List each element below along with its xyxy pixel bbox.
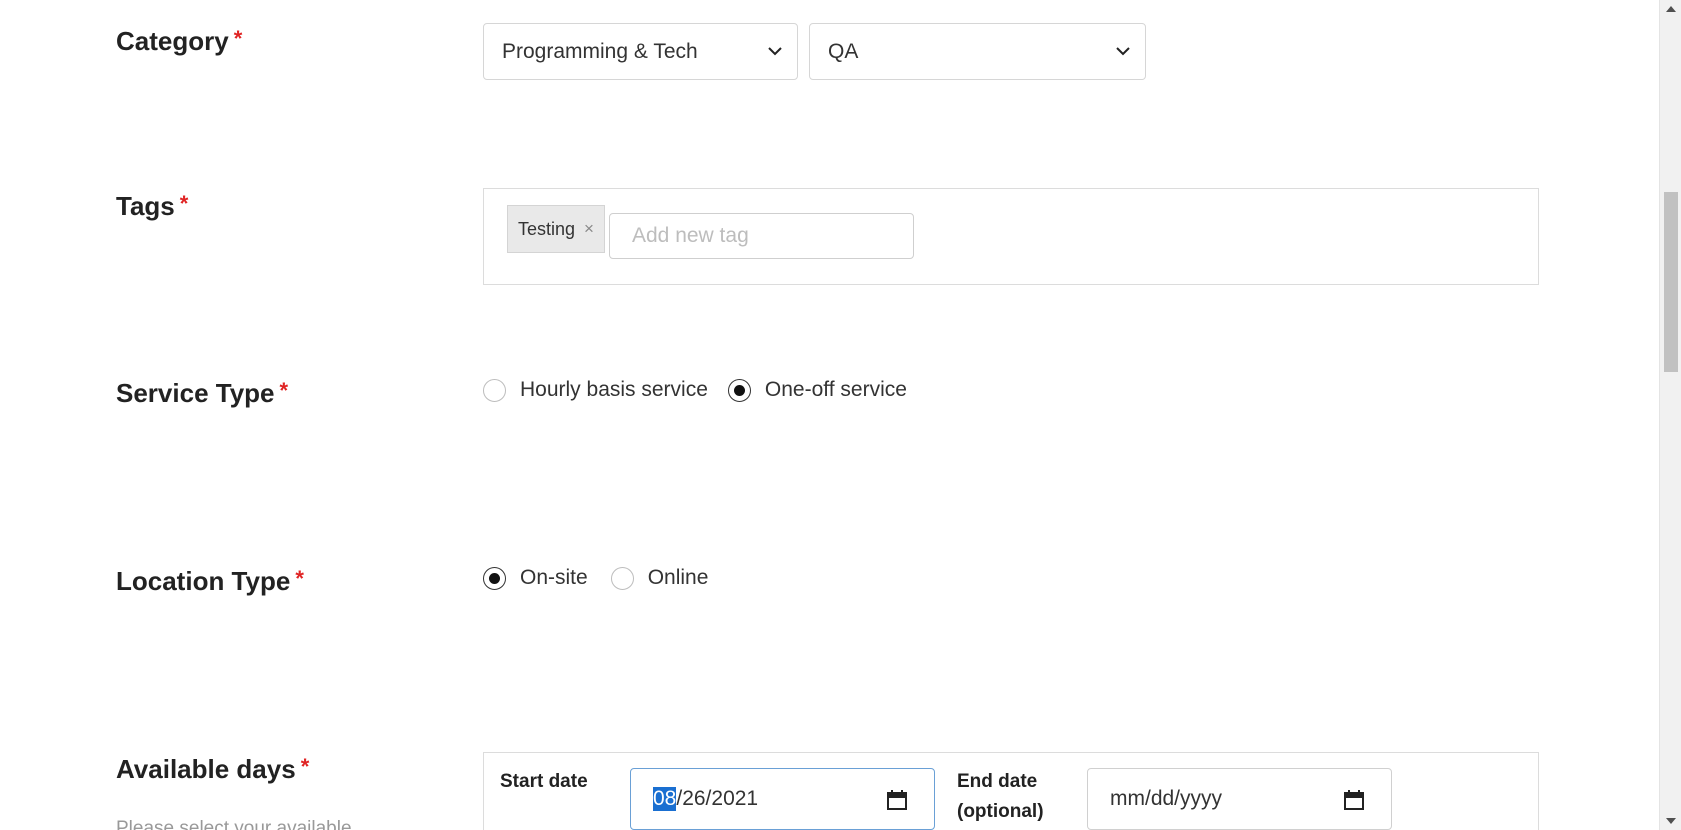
start-date-label: Start date (500, 771, 588, 792)
tag-chip-label: Testing (518, 218, 576, 239)
tags-label: Tags * (116, 191, 189, 221)
radio-one-off[interactable]: One-off service (727, 378, 907, 402)
close-icon[interactable]: × (584, 219, 594, 239)
scroll-up-arrow[interactable] (1660, 0, 1681, 18)
available-days-label: Available days * (116, 754, 310, 784)
tag-input[interactable] (609, 213, 914, 259)
radio-hourly[interactable]: Hourly basis service (483, 378, 708, 402)
caret-down-icon (1666, 818, 1676, 824)
subcategory-select-value: QA (828, 39, 859, 63)
start-date-rest[interactable]: /26/2021 (676, 787, 758, 811)
service-type-options: Hourly basis service One-off service (483, 378, 927, 402)
radio-on-site[interactable]: On-site (483, 566, 588, 590)
radio-button-checked[interactable] (727, 378, 751, 402)
location-type-options: On-site Online (483, 566, 728, 590)
start-date-month[interactable]: 08 (653, 787, 677, 811)
service-form-page: Category * Programming & Tech QA Tags * Te… (0, 0, 1659, 830)
tag-chip: Testing × (507, 205, 605, 253)
end-date-label: End date (optional) (957, 771, 1044, 822)
radio-online[interactable]: Online (610, 566, 709, 590)
radio-label: Online (647, 566, 709, 589)
radio-label: On-site (520, 566, 588, 589)
radio-button[interactable] (483, 378, 506, 402)
chevron-down-icon (1116, 47, 1130, 56)
start-date-input[interactable]: 08/26/2021 (630, 768, 935, 830)
subcategory-select[interactable]: QA (809, 23, 1146, 80)
category-select[interactable]: Programming & Tech (483, 23, 798, 80)
radio-label: One-off service (764, 378, 907, 401)
vertical-scrollbar[interactable] (1659, 0, 1681, 830)
radio-button-checked[interactable] (483, 566, 506, 590)
available-days-box: Start date 08/26/2021 End date (optional… (483, 752, 1539, 830)
available-days-hint: Please select your available (116, 818, 352, 830)
service-type-label: Service Type * (116, 378, 289, 408)
tags-box: Testing × (483, 188, 1539, 285)
scrollbar-thumb[interactable] (1664, 192, 1678, 372)
caret-up-icon (1666, 6, 1676, 12)
calendar-icon[interactable] (1343, 789, 1365, 811)
end-date-input[interactable]: mm/dd/yyyy (1087, 768, 1392, 830)
category-label: Category * (116, 26, 243, 56)
radio-button[interactable] (610, 566, 634, 590)
category-select-value: Programming & Tech (502, 39, 698, 63)
location-type-label: Location Type * (116, 566, 304, 596)
end-date-placeholder[interactable]: mm/dd/yyyy (1110, 787, 1222, 811)
calendar-icon[interactable] (886, 789, 908, 811)
scroll-down-arrow[interactable] (1660, 812, 1681, 830)
radio-label: Hourly basis service (520, 378, 708, 401)
chevron-down-icon (768, 47, 782, 56)
